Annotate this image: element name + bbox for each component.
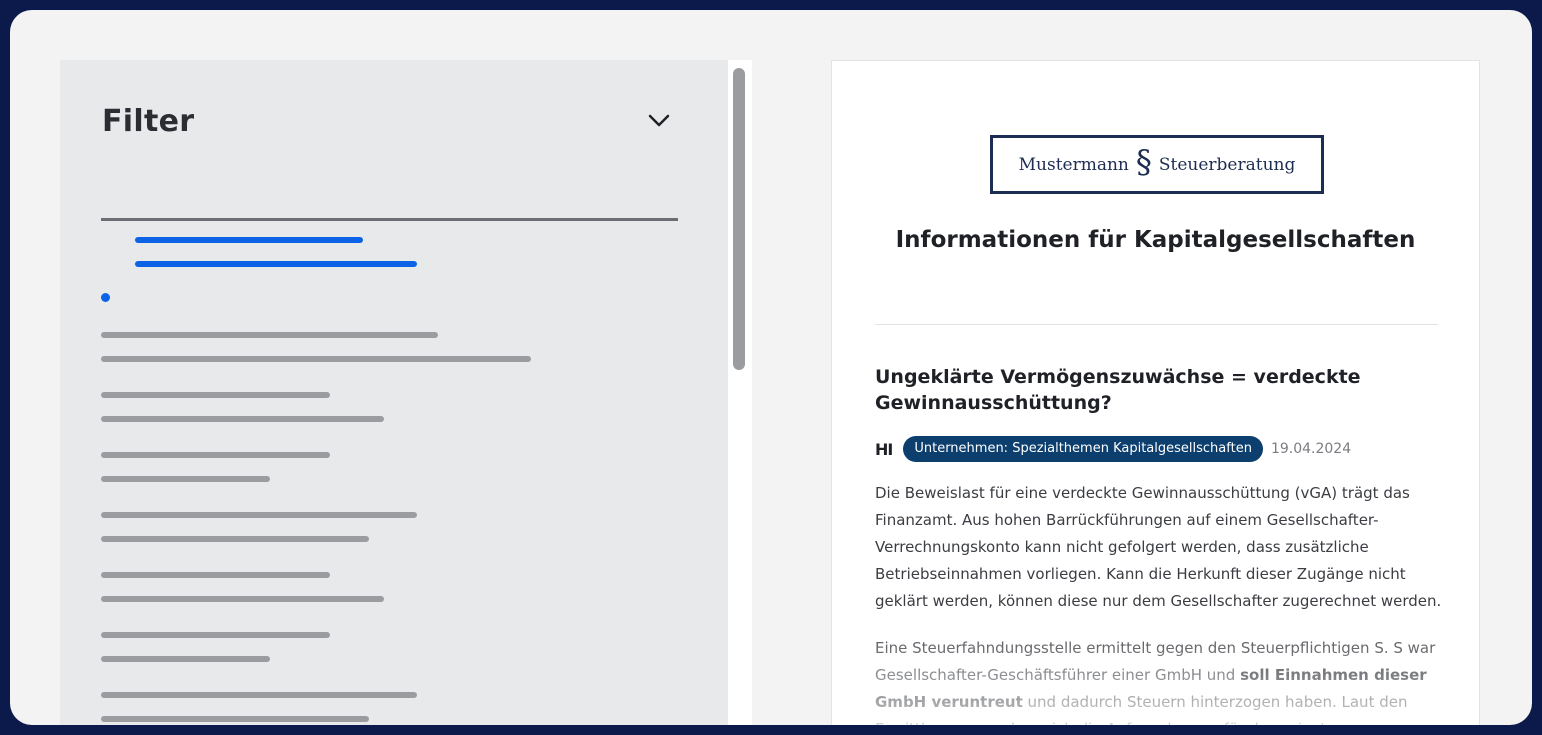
article-date: 19.04.2024	[1270, 441, 1352, 457]
page-title: Informationen für Kapitalgesellschaften	[895, 227, 1416, 253]
app-window: Filter Mustermann § Steuerberatung Infor…	[10, 10, 1532, 725]
divider	[875, 324, 1438, 325]
filter-item-placeholder[interactable]	[101, 632, 330, 638]
filter-item-placeholder[interactable]	[101, 356, 531, 362]
filter-item-placeholder[interactable]	[101, 416, 384, 422]
logo-text-left: Mustermann	[1018, 154, 1129, 175]
source-logo: HI	[875, 439, 893, 459]
active-filter-indicator	[101, 293, 110, 302]
paragraph-icon: §	[1135, 142, 1152, 181]
article-card: Mustermann § Steuerberatung Informatione…	[832, 61, 1479, 725]
filter-item-placeholder[interactable]	[101, 452, 330, 458]
filter-item-placeholder[interactable]	[101, 692, 417, 698]
filter-item-placeholder[interactable]	[101, 572, 330, 578]
article-meta: HI Unternehmen: Spezialthemen Kapitalges…	[875, 435, 1351, 463]
filter-item-placeholder[interactable]	[101, 596, 384, 602]
filter-item-placeholder[interactable]	[101, 512, 417, 518]
filter-item-placeholder[interactable]	[101, 332, 438, 338]
filter-item-placeholder[interactable]	[101, 392, 330, 398]
logo-text-right: Steuerberatung	[1158, 154, 1296, 175]
category-badge[interactable]: Unternehmen: Spezialthemen Kapitalgesell…	[903, 436, 1263, 462]
filter-divider	[101, 218, 678, 221]
article-headline[interactable]: Ungeklärte Vermögenszuwächse = verdeckte…	[875, 364, 1415, 416]
article-body: Eine Steuerfahndungsstelle ermittelt geg…	[875, 635, 1455, 725]
filter-item-placeholder[interactable]	[101, 476, 270, 482]
company-logo: Mustermann § Steuerberatung	[990, 135, 1324, 194]
chevron-down-icon[interactable]	[648, 114, 670, 128]
filter-item-active-line-1[interactable]	[135, 237, 363, 243]
filter-item-placeholder[interactable]	[101, 656, 270, 662]
filter-panel: Filter	[60, 60, 752, 725]
filter-item-placeholder[interactable]	[101, 536, 369, 542]
filter-item-placeholder[interactable]	[101, 716, 369, 722]
article-lead: Die Beweislast für eine verdeckte Gewinn…	[875, 484, 1442, 610]
filter-title: Filter	[102, 104, 195, 139]
filter-item-active-line-2[interactable]	[135, 261, 417, 267]
scrollbar-thumb[interactable]	[733, 68, 745, 370]
